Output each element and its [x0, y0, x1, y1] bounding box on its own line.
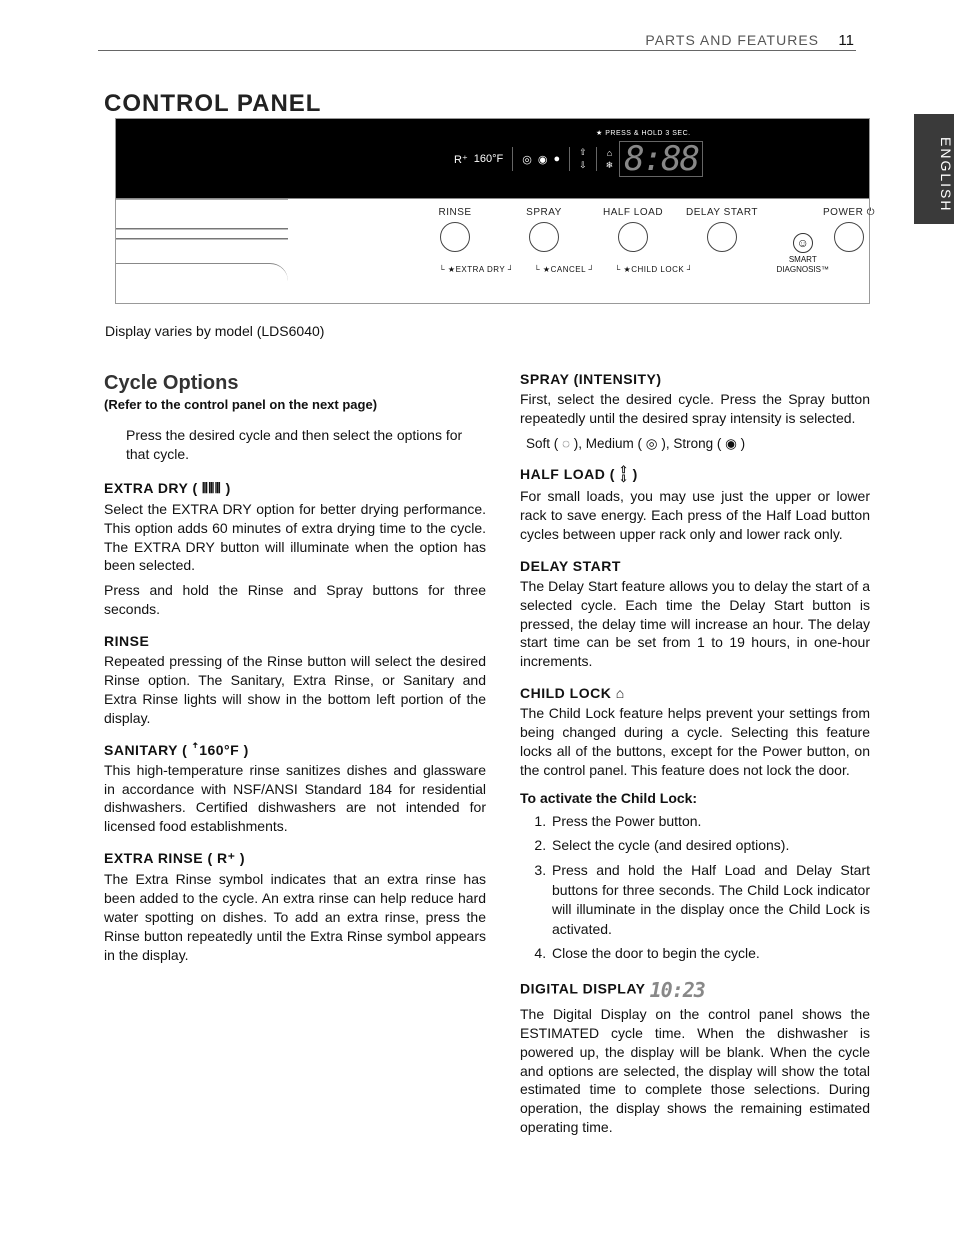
delay-body: The Delay Start feature allows you to de… [520, 577, 870, 671]
child-lock-combo: CHILD LOCK [615, 265, 693, 274]
header-section: PARTS AND FEATURES [645, 32, 819, 48]
half-load-button [618, 222, 648, 252]
step-3: Press and hold the Half Load and Delay S… [550, 861, 870, 939]
page-title: CONTROL PANEL [104, 90, 321, 118]
right-column: SPRAY (INTENSITY) First, select the desi… [520, 371, 870, 1137]
cycle-intro: Press the desired cycle and then select … [126, 426, 486, 464]
spray-button [529, 222, 559, 252]
upper-rack-icon: ⇧ [579, 147, 587, 158]
step-1: Press the Power button. [550, 812, 870, 832]
extra-rinse-body: The Extra Rinse symbol indicates that an… [104, 870, 486, 964]
delay-start-label: DELAY START [686, 207, 758, 218]
half-load-h-pre: HALF LOAD ( [520, 466, 619, 482]
sanitary-body: This high-temperature rinse sanitizes di… [104, 761, 486, 837]
smart-diag-l1: SMART [777, 255, 829, 265]
smart-diagnosis-icon: ☺ [793, 233, 813, 253]
child-lock-body: The Child Lock feature helps prevent you… [520, 704, 870, 780]
half-load-icon: ⇧⇩ [619, 466, 628, 484]
display-cluster: R⁺ 160°F ◎ ◉ ● ⇧ ⇩ ⌂ ❄ 8:88 [454, 141, 703, 177]
figure-caption: Display varies by model (LDS6040) [105, 323, 324, 339]
child-lock-steps: Press the Power button. Select the cycle… [550, 812, 870, 964]
lower-rack-icon: ⇩ [579, 160, 587, 171]
extra-rinse-heading: EXTRA RINSE ( R⁺ ) [104, 850, 486, 867]
digital-display-heading: DIGITAL DISPLAY 10:23 [520, 978, 870, 1002]
panel-button-strip: RINSE SPRAY HALF LOAD DELAY START POWER … [116, 199, 869, 303]
rinse-button [440, 222, 470, 252]
page-number: 11 [838, 32, 854, 49]
snow-icon: ❄ [606, 160, 614, 171]
rinse-body: Repeated pressing of the Rinse button wi… [104, 652, 486, 728]
half-load-h-post: ) [628, 466, 638, 482]
rinse-heading: RINSE [104, 633, 486, 649]
half-load-heading: HALF LOAD ( ⇧⇩ ) [520, 466, 870, 484]
half-load-label: HALF LOAD [603, 207, 663, 218]
control-panel-figure: PRESS & HOLD 3 SEC. R⁺ 160°F ◎ ◉ ● ⇧ ⇩ ⌂… [115, 118, 870, 304]
refer-note: (Refer to the control panel on the next … [104, 397, 486, 412]
spray-label: SPRAY [526, 207, 562, 218]
extra-dry-combo: EXTRA DRY [439, 265, 514, 274]
child-lock-activate: To activate the Child Lock: [520, 790, 870, 806]
half-load-body: For small loads, you may use just the up… [520, 487, 870, 544]
smart-diagnosis: ☺ SMART DIAGNOSIS™ [777, 233, 829, 274]
step-2: Select the cycle (and desired options). [550, 836, 870, 856]
spray-strong-icon: ● [553, 153, 560, 165]
digital-display-icon: 10:23 [650, 978, 705, 1002]
combo-labels: EXTRA DRY CANCEL CHILD LOCK [439, 265, 693, 274]
delay-heading: DELAY START [520, 558, 870, 574]
digital-h-pre: DIGITAL DISPLAY [520, 981, 650, 997]
child-lock-heading: CHILD LOCK ⌂ [520, 685, 870, 701]
header-rule [98, 50, 856, 51]
press-hold-label: PRESS & HOLD 3 SEC. [596, 129, 691, 137]
extra-rinse-icon: R⁺ [454, 153, 468, 166]
spray-body: First, select the desired cycle. Press t… [520, 390, 870, 428]
panel-display-strip: PRESS & HOLD 3 SEC. R⁺ 160°F ◎ ◉ ● ⇧ ⇩ ⌂… [116, 119, 869, 199]
spray-options: Soft ( ◌ ), Medium ( ◎ ), Strong ( ◉ ) [526, 436, 870, 452]
door-edge-illustration [116, 199, 288, 303]
digital-body: The Digital Display on the control panel… [520, 1005, 870, 1137]
lock-icon: ⌂ [607, 148, 612, 158]
divider-icon [512, 147, 513, 171]
spray-soft-icon: ◎ [522, 153, 532, 166]
cancel-combo: CANCEL [534, 265, 595, 274]
spray-heading: SPRAY (INTENSITY) [520, 371, 870, 387]
spray-med-icon: ◉ [538, 153, 548, 166]
power-label: POWER ⏻ [823, 207, 875, 218]
power-button [834, 222, 864, 252]
extra-dry-body: Select the EXTRA DRY option for better d… [104, 500, 486, 576]
extra-dry-heading: EXTRA DRY ( ⫴⫴⫴ ) [104, 480, 486, 497]
smart-diag-l2: DIAGNOSIS™ [777, 265, 829, 275]
rinse-label: RINSE [438, 207, 471, 218]
left-column: Cycle Options (Refer to the control pane… [104, 372, 486, 965]
extra-dry-body2: Press and hold the Rinse and Spray butto… [104, 581, 486, 619]
segment-display: 8:88 [619, 141, 703, 177]
language-tab: ENGLISH [914, 114, 954, 224]
divider-icon [596, 147, 597, 171]
sanitary-heading: SANITARY ( ꜛ160°F ) [104, 742, 486, 758]
divider-icon [569, 147, 570, 171]
step-4: Close the door to begin the cycle. [550, 944, 870, 964]
cycle-options-heading: Cycle Options [104, 372, 486, 395]
delay-start-button [707, 222, 737, 252]
temp-icon: 160°F [474, 153, 503, 165]
